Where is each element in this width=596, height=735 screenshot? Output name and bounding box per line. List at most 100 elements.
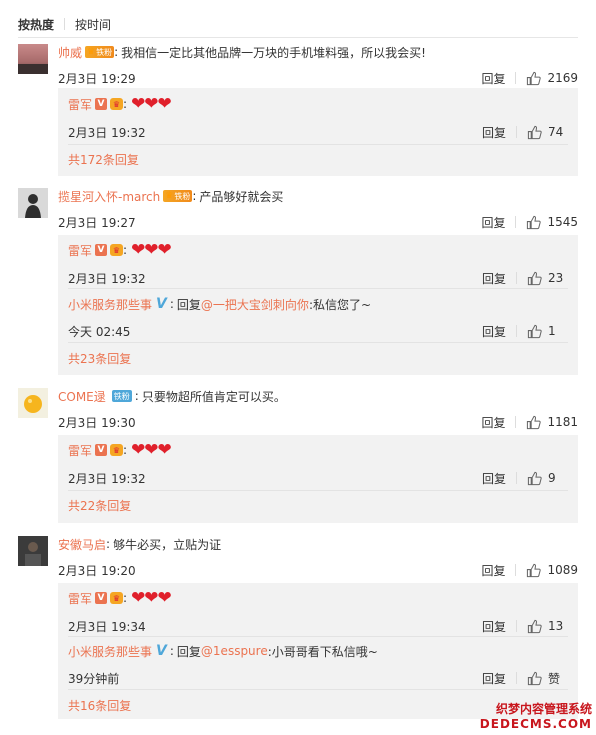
thumbs-up-icon[interactable] <box>527 671 542 686</box>
comment-time: 2月3日 19:30 <box>58 416 136 430</box>
like-count: 1545 <box>547 215 578 229</box>
like-count: 9 <box>548 471 556 485</box>
heart-emoji: ❤❤❤ <box>131 588 172 608</box>
like-count: 2169 <box>547 71 578 85</box>
reply-time: 2月3日 19:32 <box>68 472 146 486</box>
reply-box: 雷军 V ♛ : ❤❤❤ 2月3日 19:34 回复 13 小米服务那些事 V … <box>58 583 578 719</box>
sort-by-hot-tab[interactable]: 按热度 <box>18 16 54 33</box>
thumbs-up-icon[interactable] <box>527 324 542 339</box>
heart-emoji: ❤❤❤ <box>131 94 172 114</box>
reply-box: 雷军 V ♛ : ❤❤❤ 2月3日 19:32 回复 23 小米服务那些事 V … <box>58 235 578 375</box>
heart-emoji: ❤❤❤ <box>131 240 172 260</box>
fan-badge: ♛ 铁粉 <box>163 190 193 202</box>
reply-item: 雷军 V ♛ : ❤❤❤ 2月3日 19:32 回复 9 <box>68 440 568 487</box>
reply-item: 小米服务那些事 V : 回复 @1esspure :小哥哥看下私信哦~ 39分钟… <box>68 643 568 686</box>
reply-time: 2月3日 19:32 <box>68 272 146 286</box>
username-link[interactable]: 雷军 <box>68 242 92 259</box>
reply-time: 39分钟前 <box>68 672 120 686</box>
watermark: 织梦内容管理系统 DEDECMS.COM <box>480 700 592 731</box>
comment-text: 我相信一定比其他品牌一万块的手机堆料强，所以我会买! <box>121 45 426 60</box>
reply-button[interactable]: 回复 <box>481 214 505 231</box>
avatar[interactable] <box>18 44 48 74</box>
username-link[interactable]: 安徽马启 <box>58 536 106 553</box>
reply-button[interactable]: 回复 <box>482 270 506 287</box>
thumbs-up-icon[interactable] <box>526 563 542 578</box>
reply-prefix: 回复 <box>176 644 201 659</box>
reply-box: 雷军 V ♛ : ❤❤❤ 2月3日 19:32 回复 74 共172条回复 <box>58 88 578 176</box>
like-count: 1089 <box>547 563 578 577</box>
more-replies-link[interactable]: 共16条回复 <box>68 697 131 714</box>
reply-item: 雷军 V ♛ : ❤❤❤ 2月3日 19:32 回复 74 <box>68 94 568 141</box>
avatar[interactable] <box>18 536 48 566</box>
fan-badge: ♛ 铁粉 <box>85 46 115 58</box>
reply-text: :小哥哥看下私信哦~ <box>267 644 378 659</box>
heart-emoji: ❤❤❤ <box>131 440 172 460</box>
crown-icon: ♛ <box>87 47 96 57</box>
reply-button[interactable]: 回复 <box>482 470 506 487</box>
comment-time: 2月3日 19:27 <box>58 216 136 230</box>
reply-item: 雷军 V ♛ : ❤❤❤ 2月3日 19:32 回复 23 <box>68 240 568 287</box>
thumbs-up-icon[interactable] <box>526 71 542 86</box>
more-replies-link[interactable]: 共23条回复 <box>68 350 131 367</box>
fan-badge: 铁粉 <box>111 390 132 402</box>
reply-prefix: 回复 <box>176 297 201 312</box>
reply-item: 小米服务那些事 V : 回复 @一把大宝剑刺向你 :私信您了~ 今天 02:45… <box>68 296 568 339</box>
reply-time: 今天 02:45 <box>68 325 131 339</box>
reply-time: 2月3日 19:34 <box>68 620 146 634</box>
comment-time: 2月3日 19:29 <box>58 72 136 86</box>
reply-button[interactable]: 回复 <box>481 562 505 579</box>
more-replies-link[interactable]: 共22条回复 <box>68 497 131 514</box>
reply-text: :私信您了~ <box>308 297 372 312</box>
reply-item: 雷军 V ♛ : ❤❤❤ 2月3日 19:34 回复 13 <box>68 588 568 635</box>
watermark-line2: DEDECMS.COM <box>479 717 592 731</box>
username-link[interactable]: 雷军 <box>68 442 92 459</box>
vip-crown-icon: ♛ <box>110 592 124 604</box>
reply-button[interactable]: 回复 <box>482 618 506 635</box>
vip-crown-icon: ♛ <box>110 98 124 110</box>
username-link[interactable]: COME逯 <box>58 388 106 405</box>
like-count: 赞 <box>548 671 561 686</box>
username-link[interactable]: 小米服务那些事 <box>68 296 152 313</box>
reply-box: 雷军 V ♛ : ❤❤❤ 2月3日 19:32 回复 9 共22条回复 <box>58 435 578 523</box>
avatar[interactable] <box>18 388 48 418</box>
like-count: 1181 <box>547 415 578 429</box>
thumbs-up-icon[interactable] <box>526 215 542 230</box>
thumbs-up-icon[interactable] <box>527 125 542 140</box>
like-count: 13 <box>548 619 564 633</box>
comment-text: 产品够好就会买 <box>199 189 284 204</box>
watermark-line1: 织梦内容管理系统 <box>495 702 592 716</box>
mention-link[interactable]: @一把大宝剑刺向你 <box>201 296 309 313</box>
comment-time: 2月3日 19:20 <box>58 564 136 578</box>
avatar[interactable] <box>18 188 48 218</box>
like-count: 23 <box>548 271 564 285</box>
v-blue-icon: V <box>156 643 167 659</box>
username-link[interactable]: 小米服务那些事 <box>68 643 152 660</box>
username-link[interactable]: 帅威 <box>58 44 82 61</box>
thumbs-up-icon[interactable] <box>526 415 542 430</box>
reply-button[interactable]: 回复 <box>482 670 506 687</box>
v-icon: V <box>95 98 108 110</box>
like-count: 1 <box>548 324 556 338</box>
reply-button[interactable]: 回复 <box>482 323 506 340</box>
v-blue-icon: V <box>156 296 167 312</box>
reply-button[interactable]: 回复 <box>481 70 505 87</box>
thumbs-up-icon[interactable] <box>527 471 542 486</box>
reply-button[interactable]: 回复 <box>481 414 505 431</box>
username-link[interactable]: 揽星河入怀-march <box>58 188 160 205</box>
sort-bar: 按热度 按时间 <box>18 14 111 34</box>
username-link[interactable]: 雷军 <box>68 590 92 607</box>
reply-button[interactable]: 回复 <box>482 124 506 141</box>
v-icon: V <box>95 592 108 604</box>
sort-by-time-tab[interactable]: 按时间 <box>75 16 111 33</box>
thumbs-up-icon[interactable] <box>527 271 542 286</box>
mention-link[interactable]: @1esspure <box>201 644 268 658</box>
v-icon: V <box>95 444 108 456</box>
username-link[interactable]: 雷军 <box>68 96 92 113</box>
comment-text: 够牛必买，立贴为证 <box>113 537 222 552</box>
comment-text: 只要物超所值肯定可以买。 <box>141 389 286 404</box>
crown-icon: ♛ <box>165 191 174 201</box>
thumbs-up-icon[interactable] <box>527 619 542 634</box>
vip-crown-icon: ♛ <box>110 244 124 256</box>
like-count: 74 <box>548 125 564 139</box>
more-replies-link[interactable]: 共172条回复 <box>68 151 139 168</box>
